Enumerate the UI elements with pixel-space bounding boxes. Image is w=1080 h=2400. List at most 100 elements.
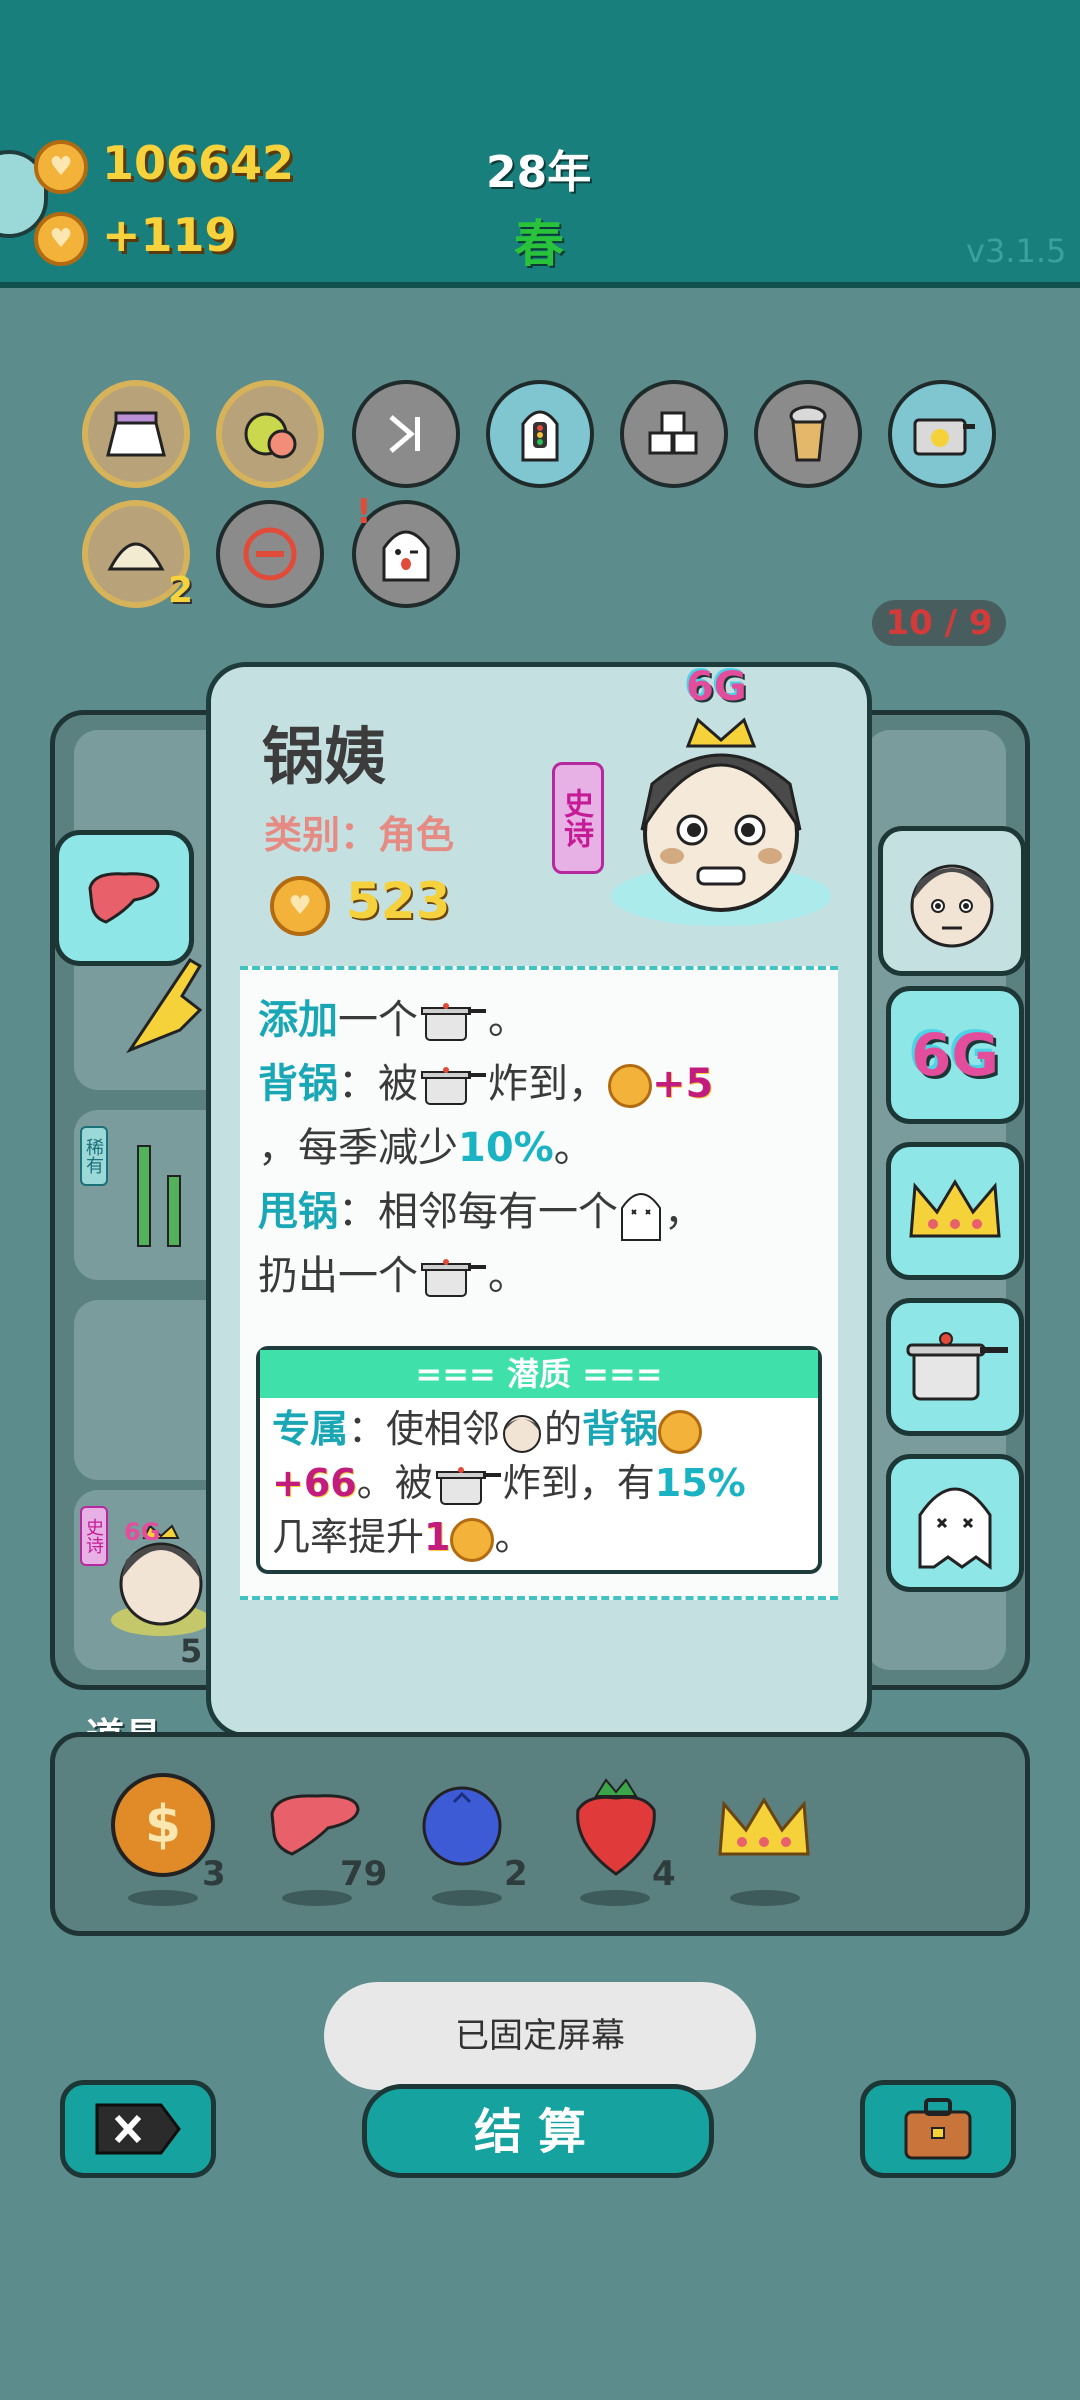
board-counter: 10 / 9 bbox=[872, 600, 1006, 646]
liver-icon bbox=[270, 1794, 360, 1856]
card-category: 类别：角色 bbox=[264, 813, 455, 857]
pointing-hand-icon bbox=[120, 950, 210, 1060]
keyword-add: 添加 bbox=[258, 997, 338, 1043]
coin-bonus: +66 bbox=[272, 1461, 357, 1505]
boost-value: 1 bbox=[424, 1515, 451, 1559]
tab-pressure-cooker[interactable] bbox=[886, 1298, 1024, 1436]
keyword-exclusive: 专属 bbox=[272, 1407, 349, 1451]
6g-label: 6G bbox=[911, 1021, 999, 1089]
version-label: v3.1.5 bbox=[966, 232, 1067, 270]
desc-text: ：使相邻 bbox=[348, 1407, 501, 1451]
pot-aunt-face-icon bbox=[910, 864, 994, 948]
price-coin-icon: ♥ bbox=[270, 876, 330, 936]
percent-value: 10% bbox=[458, 1125, 554, 1171]
blueberry-icon bbox=[422, 1786, 502, 1866]
tab-ghost[interactable] bbox=[886, 1454, 1024, 1592]
prop-item[interactable] bbox=[714, 1794, 814, 1860]
card-6g-badge: 6G bbox=[686, 664, 747, 710]
year-label: 28年 bbox=[486, 147, 592, 198]
strawberry-icon bbox=[576, 1778, 656, 1876]
potential-title: === 潜质 === bbox=[260, 1350, 818, 1398]
desc-text: 扔出一个 bbox=[258, 1253, 418, 1299]
desc-text: ：被 bbox=[338, 1061, 418, 1107]
pot-aunt-face-icon bbox=[503, 1414, 542, 1453]
slot-skirt-icon[interactable] bbox=[82, 380, 190, 488]
coin-icon: ♥ bbox=[34, 140, 88, 194]
slot-pomelo-icon[interactable] bbox=[216, 380, 324, 488]
briefcase-button[interactable] bbox=[860, 2080, 1016, 2178]
card-price: 523 bbox=[346, 872, 451, 930]
close-button[interactable] bbox=[60, 2080, 216, 2178]
tab-pot-aunt[interactable] bbox=[878, 826, 1026, 976]
prop-item[interactable] bbox=[420, 1784, 504, 1868]
coin-bonus: +5 bbox=[652, 1061, 714, 1107]
desc-text: ， bbox=[664, 1189, 704, 1235]
keyword-scapegoat: 背锅 bbox=[582, 1407, 659, 1451]
desc-text: 。 bbox=[553, 1125, 594, 1171]
desc-text: 。 bbox=[494, 1515, 533, 1559]
prop-shadow bbox=[432, 1890, 502, 1906]
keyword-scapegoat: 背锅 bbox=[258, 1061, 338, 1107]
desc-text: 。 bbox=[488, 1253, 528, 1299]
prop-item[interactable] bbox=[266, 1790, 366, 1860]
ghost-icon bbox=[621, 1193, 661, 1241]
desc-text: 。 bbox=[488, 997, 528, 1043]
coin-icon bbox=[608, 1064, 652, 1108]
card-description: 添加一个。 背锅：被 炸到， +5 ，每季减少10%。 甩锅：相邻每有一个， 扔出一… bbox=[258, 988, 838, 1308]
keyword-shift-blame: 甩锅 bbox=[258, 1189, 338, 1235]
desc-text: 几率提升 bbox=[272, 1515, 425, 1559]
coin-icon bbox=[450, 1517, 495, 1562]
desc-text: ，每季减少 bbox=[258, 1125, 458, 1171]
slot-traffic-light-ghost-icon[interactable] bbox=[486, 380, 594, 488]
income-coin-icon: ♥ bbox=[34, 212, 88, 266]
rarity-tag: 史诗 bbox=[80, 1506, 108, 1566]
coin-icon bbox=[658, 1409, 703, 1454]
income-value: +119 bbox=[102, 208, 237, 262]
pot-aunt-thumb-icon bbox=[106, 1520, 216, 1640]
desc-text: 炸到， bbox=[488, 1061, 608, 1107]
desc-text: 。被 bbox=[356, 1461, 433, 1505]
slot-duck-pot-icon[interactable] bbox=[888, 380, 996, 488]
prop-count: 79 bbox=[340, 1854, 388, 1894]
crown-icon bbox=[718, 1797, 810, 1856]
card-name: 锅姨 bbox=[262, 720, 387, 793]
prop-item[interactable] bbox=[568, 1774, 664, 1878]
pressure-cooker-icon bbox=[435, 1466, 501, 1505]
slot-minus-icon[interactable] bbox=[216, 500, 324, 608]
liver-tab[interactable] bbox=[54, 830, 194, 966]
bamboo-icon bbox=[110, 1140, 210, 1250]
pressure-cooker-icon bbox=[421, 1067, 486, 1105]
crown-icon bbox=[909, 1179, 1001, 1238]
coin-total: 106642 bbox=[102, 136, 295, 190]
rarity-badge: 史诗 bbox=[552, 762, 604, 874]
season-label: 春 bbox=[514, 215, 564, 273]
pressure-cooker-icon bbox=[421, 1003, 486, 1041]
prop-shadow bbox=[128, 1890, 198, 1906]
ghost-icon bbox=[918, 1487, 992, 1570]
liver-icon bbox=[88, 872, 160, 924]
delete-icon bbox=[95, 2103, 181, 2155]
rarity-tag: 稀有 bbox=[80, 1126, 108, 1186]
prop-count: 2 bbox=[504, 1854, 528, 1894]
prop-shadow bbox=[730, 1890, 800, 1906]
desc-text: 炸到，有 bbox=[502, 1461, 655, 1505]
slot-sugar-cubes-icon[interactable] bbox=[620, 380, 728, 488]
slot-bubble-tea-icon[interactable] bbox=[754, 380, 862, 488]
prop-count: 4 bbox=[652, 1854, 676, 1894]
slot-skip-icon[interactable] bbox=[352, 380, 460, 488]
pressure-cooker-icon bbox=[421, 1259, 486, 1297]
prop-shadow bbox=[580, 1890, 650, 1906]
briefcase-icon bbox=[904, 2098, 972, 2160]
prop-count: 3 bbox=[202, 1854, 226, 1894]
svg-text:$: $ bbox=[145, 1795, 181, 1855]
side-6g-badge: 6G bbox=[124, 1518, 161, 1546]
shell-count: 2 bbox=[168, 570, 194, 611]
tab-6g[interactable]: 6G bbox=[886, 986, 1024, 1124]
tab-crown[interactable] bbox=[886, 1142, 1024, 1280]
toast-message: 已固定屏幕 bbox=[324, 1982, 756, 2090]
settle-button[interactable]: 结算 bbox=[362, 2084, 714, 2178]
percent-value: 15% bbox=[654, 1461, 746, 1505]
prop-shadow bbox=[282, 1890, 352, 1906]
desc-text: 的 bbox=[544, 1407, 583, 1451]
alert-mark: ! bbox=[356, 492, 372, 532]
